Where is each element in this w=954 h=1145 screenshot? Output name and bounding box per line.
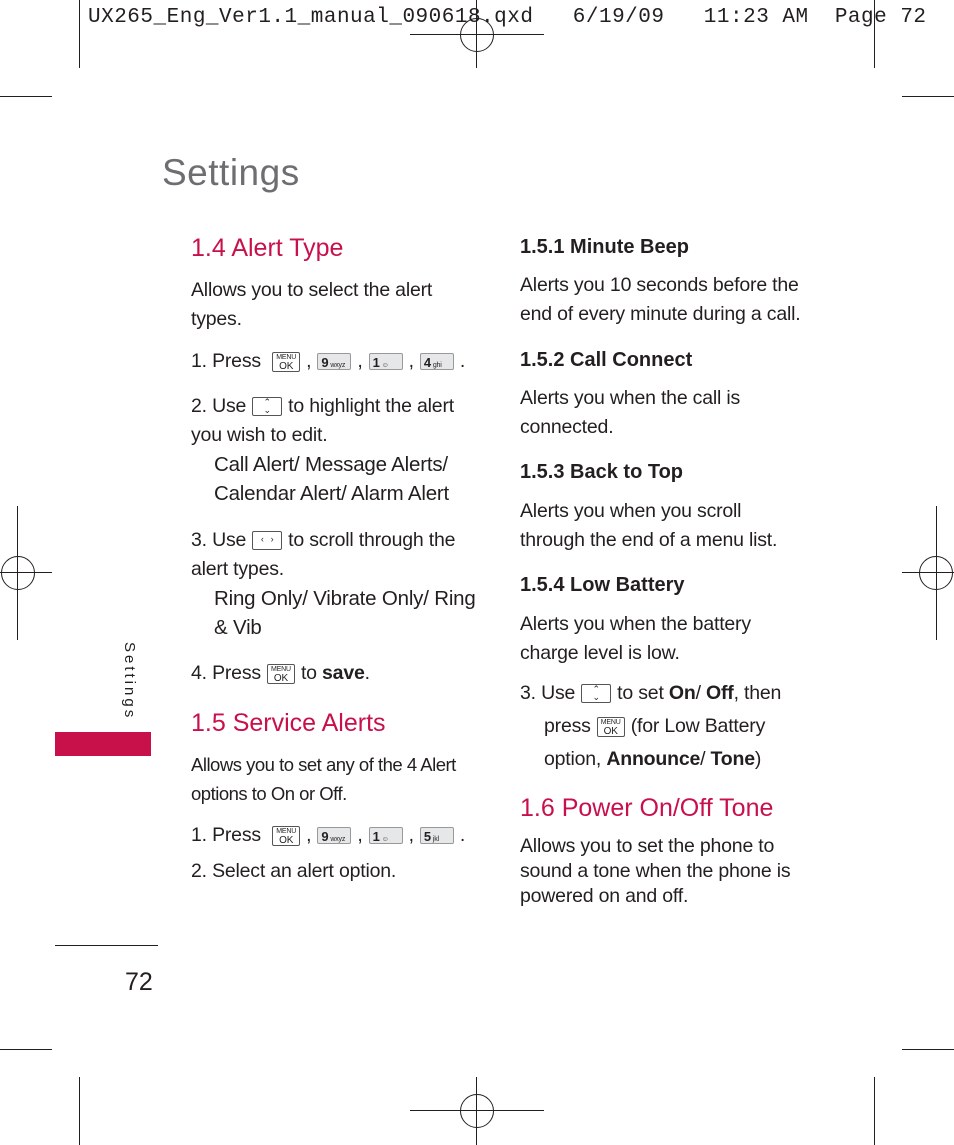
alert-type-step4: 4. Press MENU OK to save.	[191, 662, 370, 684]
heading-call-connect: 1.5.2 Call Connect	[520, 349, 693, 371]
side-tab-marker	[55, 732, 151, 756]
service-alerts-step2: 2. Select an alert option.	[191, 860, 397, 882]
up-down-nav-key-icon: ⌃ ⌄	[252, 397, 283, 417]
alert-type-intro: Allows you to select the alert types.	[191, 279, 433, 330]
registration-mark	[1, 556, 35, 590]
registration-mark	[460, 1094, 494, 1128]
heading-service-alerts: 1.5 Service Alerts	[191, 709, 386, 737]
side-tab-label: Settings	[121, 642, 138, 721]
key-1-icon: 1 ☺	[368, 353, 403, 371]
crop-mark	[874, 0, 875, 68]
service-alerts-intro: Allows you to set any of the 4 Alert opt…	[191, 754, 456, 804]
crop-mark	[0, 1049, 52, 1050]
alert-type-step2: 2. Use ⌃ ⌄ to highlight the alert you wish …	[191, 392, 481, 508]
step-text: 1. Press	[191, 350, 261, 372]
heading-low-battery: 1.5.4 Low Battery	[520, 574, 685, 596]
crop-mark	[902, 1049, 954, 1050]
crop-mark	[79, 0, 80, 68]
call-connect-text: Alerts you when the call is connected.	[520, 387, 741, 438]
page-number: 72	[125, 968, 153, 996]
minute-beep-text: Alerts you 10 seconds before the end of …	[520, 274, 801, 325]
heading-power-tone: 1.6 Power On/Off Tone	[520, 794, 774, 822]
crop-mark	[0, 96, 52, 97]
power-tone-text: Allows you to set the phone to sound a t…	[520, 835, 791, 907]
crop-mark	[902, 96, 954, 97]
menu-ok-key-icon: MENU OK	[272, 825, 301, 846]
alert-type-step1: 1. Press MENU OK, 9 wxyz, 1 ☺, 4 ghi.	[191, 350, 466, 372]
print-header: UX265_Eng_Ver1.1_manual_090618.qxd 6/19/…	[88, 6, 927, 29]
heading-alert-type: 1.4 Alert Type	[191, 234, 344, 262]
menu-ok-key-icon: MENU OK	[266, 663, 295, 684]
crop-mark	[79, 1077, 80, 1145]
page-title: Settings	[162, 152, 300, 193]
heading-back-to-top: 1.5.3 Back to Top	[520, 461, 684, 483]
key-4-icon: 4 ghi	[419, 353, 454, 371]
back-to-top-text: Alerts you when you scroll through the e…	[520, 500, 778, 551]
registration-mark	[919, 556, 953, 590]
menu-ok-key-icon: MENU OK	[596, 716, 625, 737]
key-1-icon: 1 ☺	[368, 827, 403, 845]
crop-mark	[874, 1077, 875, 1145]
heading-minute-beep: 1.5.1 Minute Beep	[520, 236, 689, 258]
footer-rule	[55, 945, 158, 946]
left-right-nav-key-icon: ‹ ›	[252, 531, 283, 551]
key-5-icon: 5 jkl	[419, 827, 454, 845]
up-down-nav-key-icon: ⌃ ⌄	[581, 684, 612, 704]
registration-mark	[460, 18, 494, 52]
manual-page: UX265_Eng_Ver1.1_manual_090618.qxd 6/19/…	[0, 0, 954, 1145]
alert-type-step3: 3. Use ‹ › to scroll through the alert typ…	[191, 526, 481, 642]
menu-ok-key-icon: MENU OK	[272, 351, 301, 372]
alert-options: Call Alert/ Message Alerts/ Calendar Ale…	[214, 453, 450, 505]
low-battery-text: Alerts you when the battery charge level…	[520, 613, 751, 664]
key-9-icon: 9 wxyz	[317, 827, 352, 845]
low-battery-step3: 3. Use ⌃ ⌄ to set On/ Off, then press MENU OK…	[520, 682, 782, 770]
service-alerts-step1: 1. Press MENU OK, 9 wxyz, 1 ☺, 5 jkl.	[191, 824, 466, 846]
alert-type-options: Ring Only/ Vibrate Only/ Ring & Vib	[214, 587, 476, 639]
key-9-icon: 9 wxyz	[317, 353, 352, 371]
